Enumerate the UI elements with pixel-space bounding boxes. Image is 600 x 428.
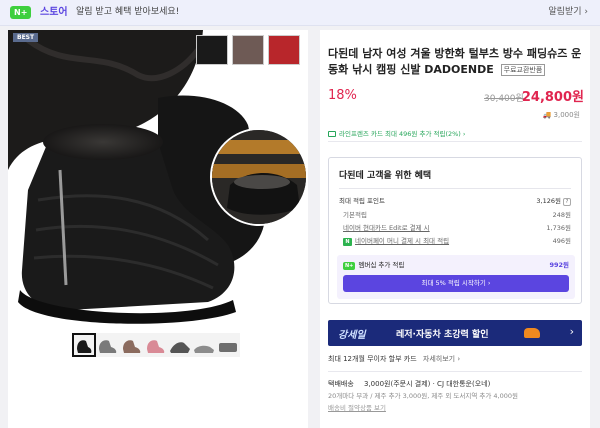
color-swatch-brown[interactable] (232, 35, 264, 65)
color-swatch-black[interactable] (196, 35, 228, 65)
npay-icon: N (343, 238, 352, 246)
installment-text: 최대 12개월 무이자 할부 카드 (328, 355, 417, 363)
color-swatch-red[interactable] (268, 35, 300, 65)
best-badge: BEST (13, 33, 39, 42)
shipping-saver-link[interactable]: 배송비 절약상품 보기 (328, 402, 582, 414)
discount-rate: 18% (328, 88, 357, 103)
card-points-label[interactable]: 네이버 현대카드 Edit로 결제 시 (343, 224, 430, 232)
delivery-carrier: · CJ 대한통운(오네) (432, 380, 491, 388)
membership-value: 992원 (549, 261, 569, 269)
shipping-fee: 🚚 3,000원 (543, 110, 580, 120)
truck-icon: 🚚 (542, 111, 554, 119)
top-notification-bar: N+ 스토어 알림 받고 혜택 받아보세요! 알림받기 › (0, 0, 600, 26)
delivery-info: 택배배송 3,000원(주문시 결제) · CJ 대한통운(오네) 20개마다 … (328, 378, 582, 414)
main-product-image[interactable]: BEST (8, 30, 308, 326)
card-benefit-line[interactable]: 라인프렌즈 카드 최대 496원 추가 적립(2%) › (328, 128, 582, 142)
membership-start-button[interactable]: 최대 5% 적립 시작하기 › (343, 275, 569, 292)
installment-row: 최대 12개월 무이자 할부 카드 자세히보기 › (328, 354, 582, 372)
delivery-main-row: 택배배송 3,000원(주문시 결제) · CJ 대한통운(오네) (328, 378, 582, 390)
nplus-badge: N+ (10, 6, 32, 19)
npay-points-value: 496원 (552, 237, 571, 245)
original-price: 30,400원 (484, 94, 524, 104)
sale-price: 24,800원 (521, 90, 584, 105)
thumbnail-3[interactable] (120, 333, 144, 357)
max-points-value-wrap: 3,126원? (536, 196, 571, 207)
max-points-row: 최대 적립 포인트 3,126원? (339, 196, 571, 207)
help-icon[interactable]: ? (563, 198, 571, 206)
delivery-extra: 20개마다 부과 / 제주 추가 3,000원, 제주 외 도서지역 추가 4,… (328, 392, 519, 400)
max-points-value: 3,126원 (536, 197, 561, 205)
thumbnail-7[interactable] (216, 333, 240, 357)
installment-more-link[interactable]: 자세히보기 › (423, 355, 460, 363)
car-icon (524, 328, 540, 338)
detail-inset-image (210, 128, 308, 226)
membership-line: N+ 멤버십 추가 적립 992원 (343, 260, 569, 270)
membership-badge: N+ (343, 262, 356, 270)
shipping-fee-value: 3,000원 (553, 111, 580, 119)
store-label[interactable]: 스토어 (40, 6, 68, 19)
delivery-fee: 3,000원(주문시 결제) (364, 380, 431, 388)
benefit-box: 다된데 고객을 위한 혜택 최대 적립 포인트 3,126원? 기본적립 248… (328, 157, 582, 304)
notification-message: 알림 받고 혜택 받아보세요! (76, 7, 180, 17)
membership-label: 멤버십 추가 적립 (358, 261, 405, 269)
chevron-right-icon: › (569, 325, 574, 338)
basic-points-value: 248원 (552, 211, 571, 219)
thumbnail-1[interactable] (72, 333, 96, 357)
thumbnail-strip (70, 333, 250, 357)
free-return-badge: 무료교환반품 (500, 64, 546, 76)
banner-text: 레저·자동차 초강력 할인 (396, 330, 489, 340)
card-points-value: 1,736원 (546, 224, 571, 232)
product-title: 다된데 남자 여성 겨울 방한화 털부츠 방수 패딩슈즈 운동화 낚시 캠핑 신… (328, 46, 586, 78)
product-info-panel: 다된데 남자 여성 겨울 방한화 털부츠 방수 패딩슈즈 운동화 낚시 캠핑 신… (320, 30, 590, 428)
divider (339, 188, 571, 189)
thumbnail-2[interactable] (96, 333, 120, 357)
promo-banner[interactable]: 강세일 레저·자동차 초강력 할인 › (328, 320, 582, 346)
npay-points-row[interactable]: N 네이버페이 머니 결제 시 최대 적립 496원 (343, 236, 571, 247)
thumbnail-6[interactable] (192, 333, 216, 357)
npay-points-label[interactable]: 네이버페이 머니 결제 시 최대 적립 (355, 237, 449, 245)
benefit-title: 다된데 고객을 위한 혜택 (339, 171, 432, 181)
product-gallery: BEST (8, 30, 308, 428)
delivery-label: 택배배송 (328, 380, 354, 388)
thumbnail-4[interactable] (144, 333, 168, 357)
card-points-row[interactable]: 네이버 현대카드 Edit로 결제 시 1,736원 (343, 223, 571, 234)
basic-points-row: 기본적립 248원 (343, 210, 571, 221)
membership-box: N+ 멤버십 추가 적립 992원 최대 5% 적립 시작하기 › (337, 255, 575, 299)
max-points-label: 최대 적립 포인트 (339, 197, 385, 205)
banner-logo: 강세일 (338, 330, 366, 341)
credit-card-icon (328, 131, 336, 137)
basic-points-label: 기본적립 (343, 211, 367, 219)
thumbnail-5[interactable] (168, 333, 192, 357)
notify-button[interactable]: 알림받기 › (548, 6, 588, 19)
card-benefit-text: 라인프렌즈 카드 최대 496원 추가 적립(2%) › (339, 130, 466, 138)
